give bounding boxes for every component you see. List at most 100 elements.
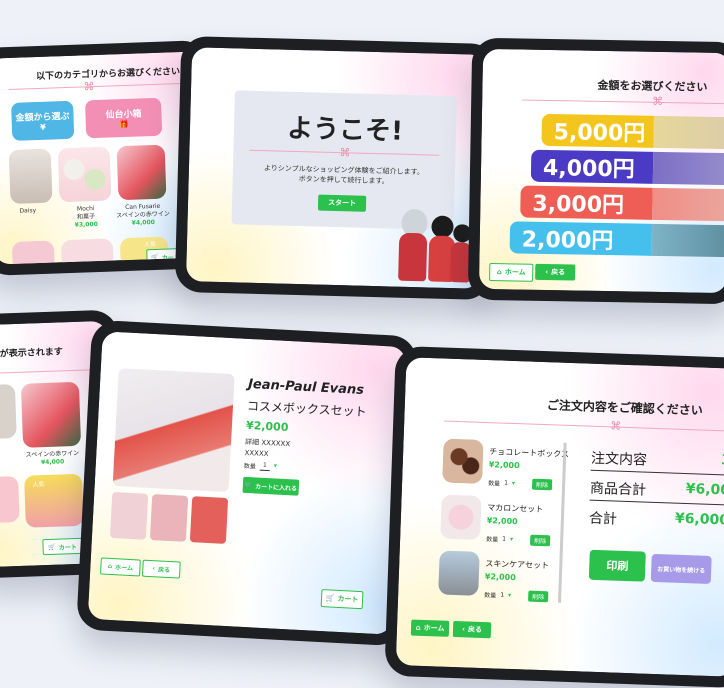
chevron-down-icon: ▾ — [273, 462, 277, 470]
start-button[interactable]: スタート — [317, 194, 367, 212]
quantity-selector[interactable]: 数量 1 ▾ — [488, 478, 515, 488]
welcome-title: ようこそ! — [286, 113, 404, 147]
print-button[interactable]: 印刷 — [588, 549, 646, 582]
quantity-selector[interactable]: 数量 1 ▾ — [486, 534, 513, 544]
add-to-cart-button[interactable]: 🛒 カートに入れる — [242, 476, 300, 496]
product-thumb-row2[interactable] — [60, 238, 114, 265]
home-icon: ⌂ — [415, 623, 421, 632]
product-caption: Mochi 和菓子 ¥3,000 — [74, 205, 99, 229]
amount-option-2000[interactable]: 2,000円 — [509, 221, 653, 256]
back-label: 戻る — [467, 625, 483, 634]
product-thumb-small[interactable] — [149, 494, 189, 542]
add-to-cart-label: カートに入れる — [254, 482, 298, 493]
cart-icon: 🛒 — [48, 543, 56, 551]
product-brand: Jean-Paul Evans — [247, 376, 365, 398]
product-thumb-cosmetics[interactable] — [0, 384, 17, 439]
tablet-order: ご注文内容をご確認ください ⌘ チョコレートボックス ¥2,000 数量1▾ 削… — [384, 345, 724, 688]
category-amount-button[interactable]: 金額から選ぶ ¥ — [11, 100, 75, 141]
product-thumb-row2[interactable] — [11, 240, 55, 265]
chevron-left-icon: ‹ — [545, 267, 549, 277]
product-thumb-small[interactable] — [189, 496, 229, 544]
cart-item-image — [442, 438, 484, 484]
cart-label: カート — [337, 594, 359, 604]
amount-image — [652, 187, 724, 222]
home-button[interactable]: ⌂ ホーム — [410, 619, 450, 637]
cart-item-name: チョコレートボックス — [489, 447, 570, 459]
cart-item-price: ¥2,000 — [484, 572, 516, 583]
cart-item-name: スキンケアセット — [485, 559, 550, 571]
page-title: 金額をお選びください — [597, 78, 708, 94]
tablet-product: Jean-Paul Evans コスメボックスセット ¥2,000 詳細 XXX… — [76, 319, 418, 647]
page-title: 以下のカテゴリからお選びください — [35, 67, 181, 83]
qty-label: 数量 — [243, 462, 257, 471]
back-label: 戻る — [551, 268, 566, 277]
amount-screen: 金額をお選びください ⌘ 5,000円 4,000円 3,000円 2,000円… — [478, 48, 724, 294]
chevron-down-icon: ▾ — [509, 535, 514, 544]
amount-option-5000[interactable]: 5,000円 — [541, 113, 654, 148]
product-thumb-cosmetics[interactable] — [8, 148, 53, 205]
gift-icon: 🎁 — [118, 119, 129, 130]
popular-badge: 人気 — [143, 240, 157, 249]
popular-badge: 人気 — [32, 481, 45, 489]
divider — [522, 99, 724, 105]
amount-image — [651, 223, 724, 258]
quantity-selector[interactable]: 数量 1 ▾ — [484, 590, 511, 600]
home-icon: ⌂ — [496, 268, 502, 277]
home-label: ホーム — [423, 623, 445, 633]
back-button[interactable]: ‹ 戻る — [452, 620, 492, 639]
delete-button[interactable]: 削除 — [529, 534, 551, 547]
cart-button[interactable]: 🛒 カート — [320, 589, 364, 610]
scrollbar[interactable] — [558, 442, 567, 603]
continue-shopping-button[interactable]: お買い物を続ける — [650, 553, 712, 584]
amount-image — [652, 151, 724, 186]
cart-icon: 🛒 — [151, 253, 159, 261]
back-label: 戻る — [157, 566, 171, 575]
delete-button[interactable]: 削除 — [528, 590, 549, 603]
kokeshi-dolls-image — [392, 203, 474, 289]
product-thumb-wine[interactable] — [116, 144, 167, 201]
amount-option-4000[interactable]: 4,000円 — [530, 149, 654, 184]
cart-button[interactable]: 🛒 カート — [42, 537, 83, 556]
category-sendai-button[interactable]: 仙台小箱 🎁 — [84, 97, 163, 139]
page-title: ご注文内容をご確認ください — [546, 398, 704, 418]
categories-screen: 以下のカテゴリからお選びください ⌘ 金額から選ぶ ¥ 仙台小箱 🎁 Daisy… — [0, 51, 205, 265]
delete-button[interactable]: 削除 — [531, 478, 553, 491]
back-button[interactable]: ‹ 戻る — [535, 263, 576, 281]
tablet-amount: 金額をお選びください ⌘ 5,000円 4,000円 3,000円 2,000円… — [467, 37, 724, 305]
product-thumb-small[interactable] — [109, 491, 149, 540]
category-amount-label: 金額から選ぶ — [15, 111, 70, 124]
cart-item-image — [440, 494, 482, 540]
home-button[interactable]: ⌂ ホーム — [100, 557, 141, 577]
detail-value: XXXXXX — [261, 438, 291, 449]
product-caption: スペインの赤ワイン ¥4,000 — [25, 449, 80, 467]
back-button[interactable]: ‹ 戻る — [141, 559, 181, 579]
product-caption: Daisy — [19, 207, 37, 215]
quantity-selector[interactable]: 数量 1 ▾ — [244, 461, 277, 472]
amount-image — [653, 115, 724, 150]
cart-item-price: ¥2,000 — [488, 460, 520, 471]
product-main-image — [112, 368, 235, 493]
product-thumb-mochi[interactable] — [57, 146, 112, 203]
home-button[interactable]: ⌂ ホーム — [489, 262, 534, 282]
product-thumb-wine[interactable] — [20, 381, 82, 448]
home-label: ホーム — [114, 564, 134, 573]
product-screen: Jean-Paul Evans コスメボックスセット ¥2,000 詳細 XXX… — [87, 331, 407, 635]
product-price: ¥2,000 — [245, 418, 289, 435]
chevron-left-icon: ‹ — [461, 625, 466, 634]
divider — [444, 420, 724, 433]
tablet-welcome: ようこそ! ⌘ よりシンプルなショッピング体験をご紹介します。 ボタンを押して続… — [174, 35, 498, 301]
home-label: ホーム — [504, 268, 526, 277]
chevron-down-icon: ▾ — [507, 591, 512, 599]
amount-option-3000[interactable]: 3,000円 — [520, 185, 653, 220]
cart-label: カート — [58, 543, 77, 552]
cart-icon: 🛒 — [244, 481, 253, 489]
summary-row: 合計 ¥6,000 — [588, 510, 724, 529]
detail-label: 詳細 — [244, 437, 260, 447]
detail-value-2: XXXXX — [244, 448, 269, 459]
product-thumb-row2[interactable] — [0, 475, 20, 523]
detail-row: 詳細 XXXXXX — [245, 437, 290, 449]
product-caption: Can Fusarie スペインの赤ワイン ¥4,000 — [116, 202, 170, 227]
product-name: コスメボックスセット — [246, 398, 367, 420]
cart-item-price: ¥2,000 — [486, 516, 518, 527]
chevron-down-icon: ▾ — [511, 479, 516, 488]
